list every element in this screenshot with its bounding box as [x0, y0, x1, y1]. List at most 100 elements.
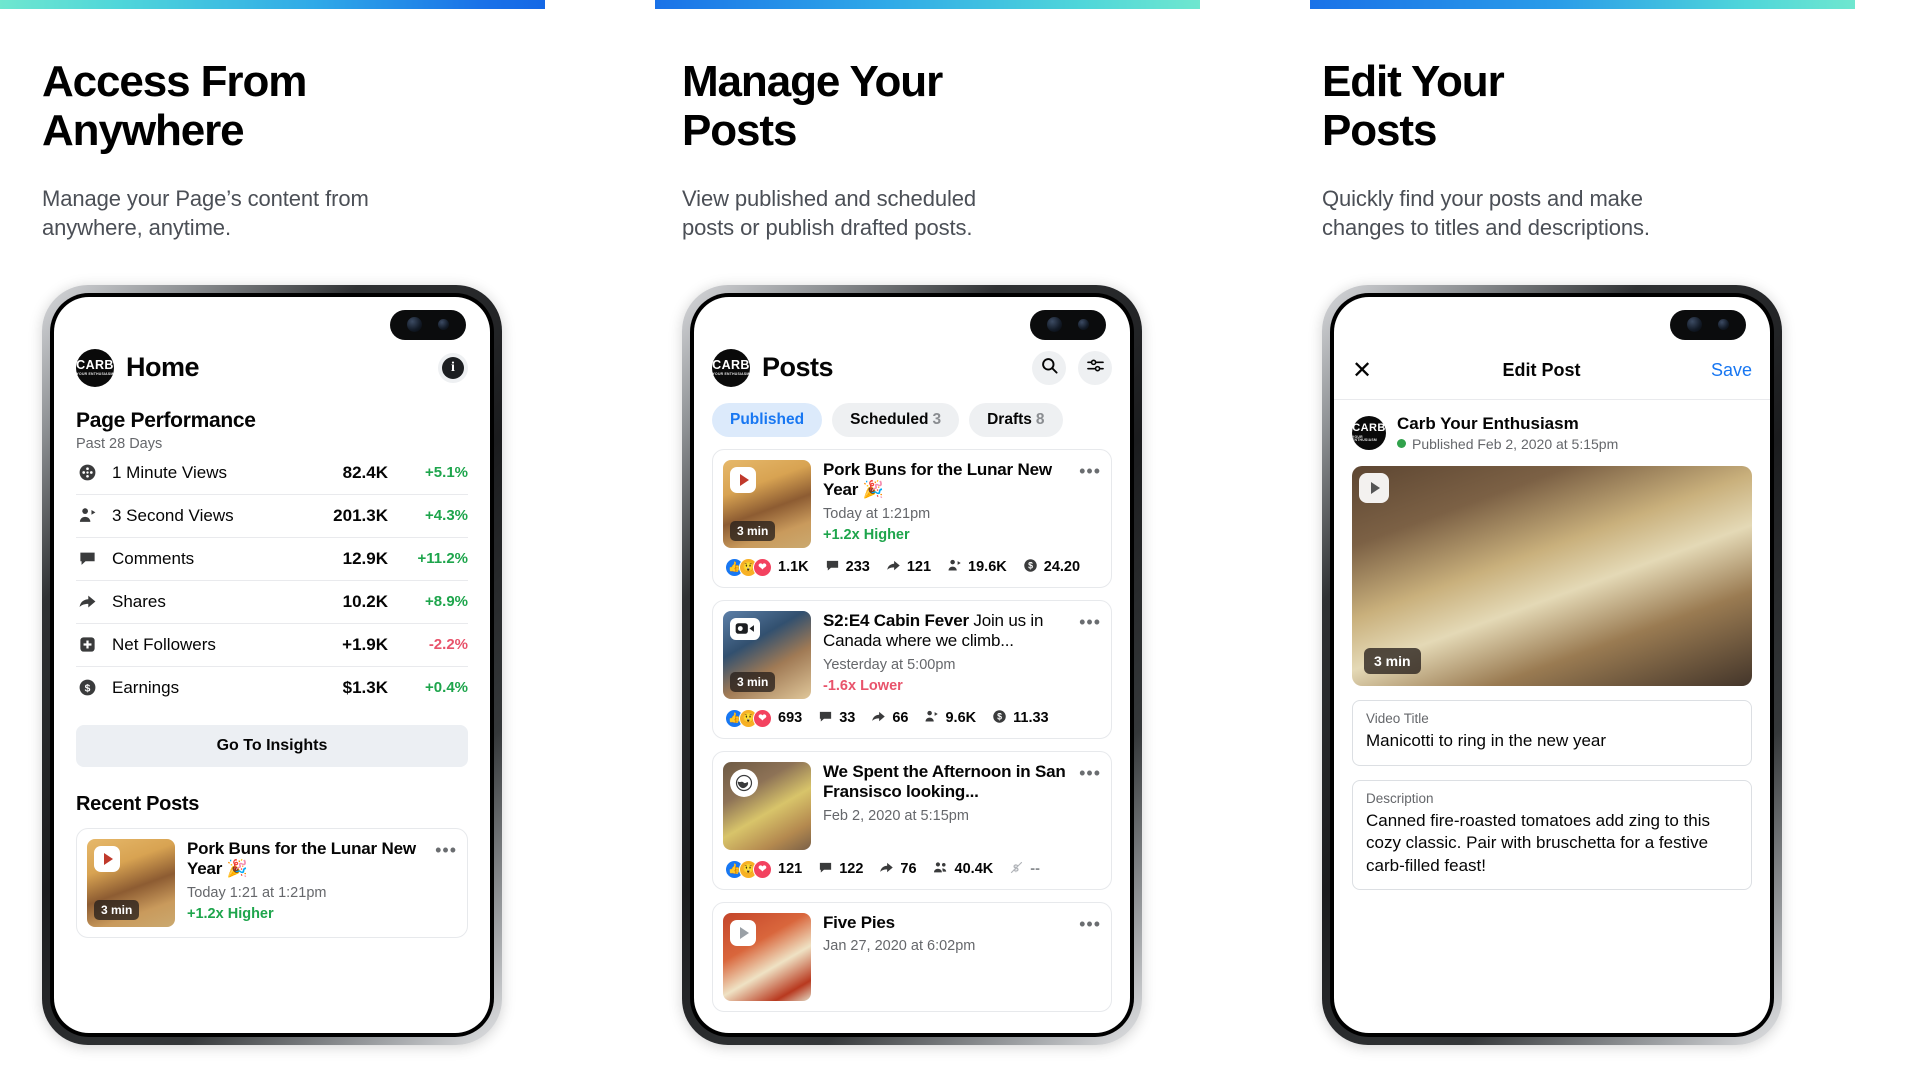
video-preview[interactable]: 3 min — [1352, 465, 1752, 686]
comment-icon — [825, 558, 840, 577]
page-subtitle: View published and scheduled posts or pu… — [682, 185, 977, 241]
go-to-insights-button[interactable]: Go To Insights — [76, 724, 468, 767]
stat-earnings: $ 24.20 — [1023, 558, 1080, 577]
post-menu-button[interactable]: ••• — [1079, 462, 1101, 480]
metric-row[interactable]: Comments 12.9K +11.2% — [76, 538, 468, 580]
post-timestamp: Today 1:21 at 1:21pm — [187, 884, 327, 901]
info-button[interactable]: i — [438, 352, 468, 383]
phone-mockup-home: CARB YOUR ENTHUSIASM Home i Page Perform… — [42, 284, 502, 1045]
post-timestamp: Yesterday at 5:00pm — [823, 656, 956, 673]
description-field[interactable]: Description Canned fire-roasted tomatoes… — [1352, 779, 1752, 891]
comment-icon — [818, 709, 833, 728]
stat-value: 24.20 — [1043, 559, 1081, 576]
person-play-icon — [924, 709, 939, 728]
avatar-line-2: YOUR ENTHUSIASM — [1352, 434, 1377, 443]
stat-reactions: 👍 😲 ❤ 121 — [725, 859, 803, 879]
film-reel-icon — [76, 463, 98, 482]
metric-label: Shares — [112, 591, 166, 611]
field-value: Manicotti to ring in the new year — [1366, 730, 1607, 750]
post-thumbnail[interactable]: 3 min — [723, 610, 811, 699]
metric-value: 201.3K — [333, 505, 388, 525]
post-thumbnail[interactable]: 3 min — [87, 838, 175, 927]
table-row[interactable]: ••• We Spent the Afternoon in San Fransi… — [712, 750, 1112, 890]
phone-mockup-edit-post: ✕ Edit Post Save CARB YOUR ENTHUSIASM Ca… — [1322, 284, 1782, 1045]
field-value: Canned fire-roasted tomatoes add zing to… — [1366, 810, 1710, 875]
metric-label: Earnings — [112, 677, 180, 697]
post-thumbnail[interactable] — [723, 912, 811, 1001]
search-button[interactable] — [1032, 350, 1066, 385]
gradient-bar-3 — [1310, 0, 1855, 9]
avatar[interactable]: CARB YOUR ENTHUSIASM — [712, 348, 750, 387]
post-stats: 👍 😲 ❤ 693 33 66 9.6K $ 11.33 — [723, 708, 1101, 728]
post-performance: +1.2x Higher — [187, 905, 274, 922]
phone-bezel: CARB YOUR ENTHUSIASM Home i Page Perform… — [50, 292, 494, 1037]
metric-row[interactable]: Net Followers +1.9K -2.2% — [76, 624, 468, 666]
comment-icon — [76, 549, 98, 568]
avatar-line-1: CARB — [76, 358, 114, 373]
save-button[interactable]: Save — [1711, 360, 1752, 381]
stat-value: 122 — [839, 861, 864, 878]
tab-published[interactable]: Published — [712, 402, 823, 437]
gradient-bars — [0, 0, 1920, 9]
post-menu-button[interactable]: ••• — [435, 841, 457, 859]
tab-scheduled[interactable]: Scheduled 3 — [832, 402, 960, 437]
post-menu-button[interactable]: ••• — [1079, 613, 1101, 631]
metric-row[interactable]: 3 Second Views 201.3K +4.3% — [76, 495, 468, 537]
page-title: Access From Anywhere — [42, 57, 307, 156]
screen-home: CARB YOUR ENTHUSIASM Home i Page Perform… — [54, 296, 490, 1033]
camera-notch — [390, 309, 466, 340]
metric-row[interactable]: Shares 10.2K +8.9% — [76, 581, 468, 623]
stat-value: 121 — [778, 861, 803, 878]
post-thumbnail[interactable] — [723, 761, 811, 850]
love-icon: ❤ — [753, 708, 772, 728]
post-thumbnail[interactable]: 3 min — [723, 459, 811, 548]
dollar-icon: $ — [992, 709, 1007, 728]
page-title: Edit Your Posts — [1322, 57, 1505, 156]
stat-reactions: 👍 😲 ❤ 1.1K — [725, 557, 809, 577]
post-timestamp: Jan 27, 2020 at 6:02pm — [823, 938, 976, 955]
metric-value: $1.3K — [342, 677, 388, 697]
stat-value: 66 — [892, 710, 909, 727]
play-icon[interactable] — [1359, 472, 1389, 503]
edit-post-header: ✕ Edit Post Save — [1334, 349, 1770, 393]
tab-count: 8 — [1035, 410, 1045, 428]
play-icon — [730, 919, 756, 946]
post-title-bold: We Spent the Afternoon in San Fransisco … — [823, 761, 1066, 802]
phone-bezel: ✕ Edit Post Save CARB YOUR ENTHUSIASM Ca… — [1330, 292, 1774, 1037]
status-badge: Published Feb 2, 2020 at 5:15pm — [1397, 436, 1618, 452]
camera-lens-icon — [406, 317, 422, 333]
list-item[interactable]: 3 min ••• Pork Buns for the Lunar New Ye… — [76, 827, 468, 938]
author-name: Carb Your Enthusiasm — [1397, 413, 1579, 433]
table-row[interactable]: 3 min ••• Pork Buns for the Lunar New Ye… — [712, 448, 1112, 588]
metric-delta: +8.9% — [425, 593, 468, 611]
metric-row[interactable]: 1 Minute Views 82.4K +5.1% — [76, 452, 468, 494]
metric-value: 10.2K — [342, 591, 388, 611]
video-title-field[interactable]: Video Title Manicotti to ring in the new… — [1352, 699, 1752, 766]
post-title: Five Pies — [823, 913, 1075, 933]
metric-row[interactable]: $ Earnings $1.3K +0.4% — [76, 667, 468, 709]
filter-button[interactable] — [1078, 350, 1112, 385]
play-icon — [730, 466, 756, 493]
metric-value: +1.9K — [342, 634, 388, 654]
avatar-line-2: YOUR ENTHUSIASM — [712, 372, 750, 377]
table-row[interactable]: 3 min ••• S2:E4 Cabin Fever Join us in C… — [712, 599, 1112, 739]
page-title: Manage Your Posts — [682, 57, 943, 156]
dollar-icon: $ — [76, 678, 98, 697]
globe-icon — [730, 768, 758, 797]
comment-icon — [818, 860, 833, 879]
camera-notch — [1670, 309, 1746, 340]
post-menu-button[interactable]: ••• — [1079, 915, 1101, 933]
add-follower-icon — [76, 635, 98, 654]
share-arrow-icon — [871, 709, 886, 728]
tab-drafts[interactable]: Drafts 8 — [969, 402, 1063, 437]
duration-badge: 3 min — [1364, 647, 1421, 674]
post-title-bold: S2:E4 Cabin Fever — [823, 610, 969, 630]
close-icon[interactable]: ✕ — [1352, 358, 1372, 383]
table-row[interactable]: ••• Five Pies Jan 27, 2020 at 6:02pm — [712, 901, 1112, 1012]
avatar[interactable]: CARB YOUR ENTHUSIASM — [76, 348, 114, 387]
camera-lens-icon — [1046, 317, 1062, 333]
avatar[interactable]: CARB YOUR ENTHUSIASM — [1352, 415, 1386, 450]
post-menu-button[interactable]: ••• — [1079, 764, 1101, 782]
duration-badge: 3 min — [94, 899, 140, 920]
page-root: Access From Anywhere Manage your Page’s … — [0, 0, 1920, 1080]
